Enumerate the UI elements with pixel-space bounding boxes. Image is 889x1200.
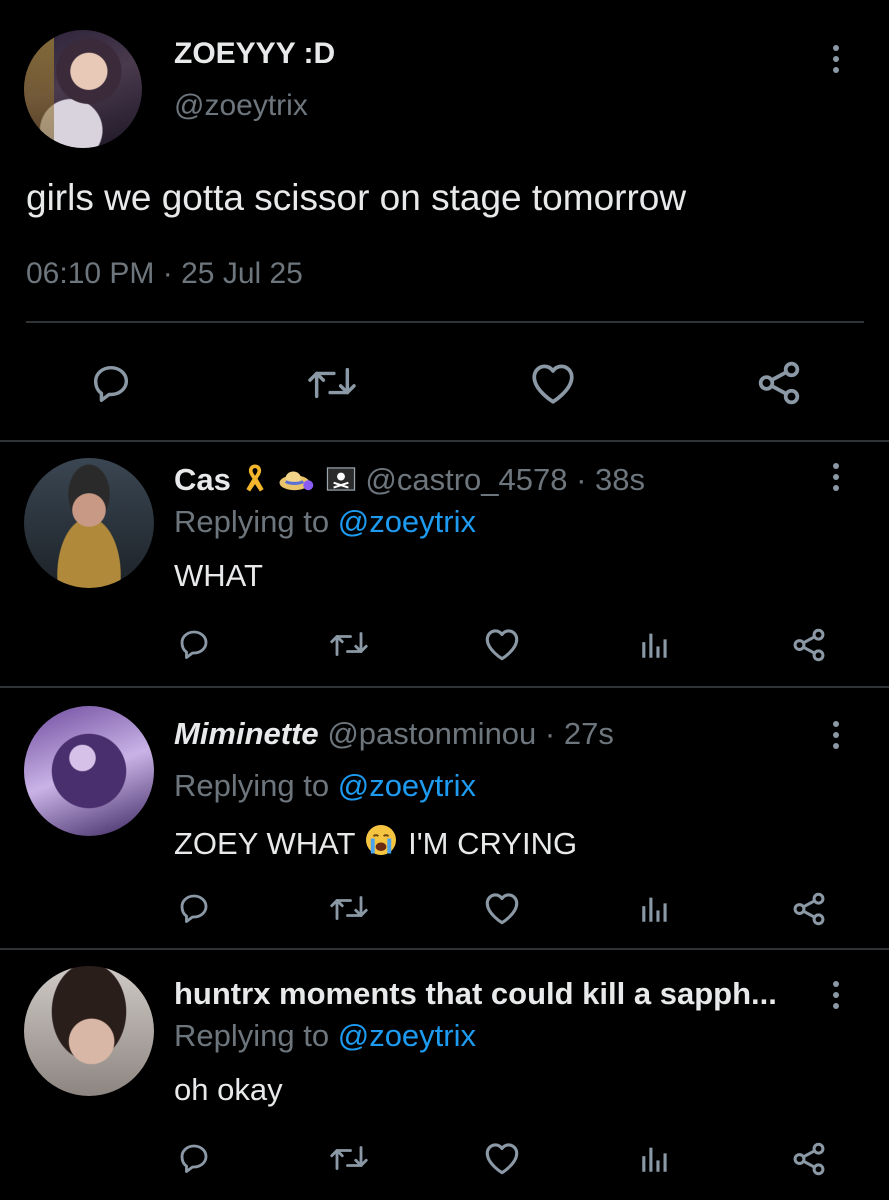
author-handle[interactable]: @zoeytrix bbox=[174, 88, 308, 124]
reply-display-name[interactable]: huntrx moments that could kill a sapph..… bbox=[174, 976, 777, 1011]
tweet-text: girls we gotta scissor on stage tomorrow bbox=[26, 177, 687, 218]
share-icon[interactable] bbox=[790, 1140, 828, 1178]
like-icon[interactable] bbox=[482, 1140, 522, 1176]
retweet-icon[interactable] bbox=[326, 626, 372, 662]
reply-display-name[interactable]: Cas bbox=[174, 462, 231, 497]
reply-avatar[interactable] bbox=[24, 966, 154, 1096]
tweet-more-icon[interactable] bbox=[830, 45, 842, 73]
tweet-time: 06:10 PM bbox=[26, 257, 155, 290]
like-icon[interactable] bbox=[482, 890, 522, 926]
section-divider bbox=[0, 686, 889, 688]
tweet-timestamp: 06:10 PM · 25 Jul 25 bbox=[26, 256, 303, 292]
replying-to: Replying to @zoeytrix bbox=[174, 768, 476, 804]
share-icon[interactable] bbox=[790, 890, 828, 928]
reply-text: WHAT bbox=[174, 558, 263, 593]
replying-to-label: Replying to bbox=[174, 504, 330, 539]
retweet-icon[interactable] bbox=[326, 1140, 372, 1176]
reply-icon[interactable] bbox=[176, 890, 212, 926]
views-icon[interactable] bbox=[638, 628, 672, 662]
reply-more-icon[interactable] bbox=[830, 981, 842, 1009]
like-icon[interactable] bbox=[482, 626, 522, 662]
reply-separator: · bbox=[544, 716, 556, 751]
reply-icon[interactable] bbox=[176, 626, 212, 662]
reply-more-icon[interactable] bbox=[830, 721, 842, 749]
reply-header: Cas @castro_4578 · 38s bbox=[174, 462, 645, 498]
tweet-date: 25 Jul 25 bbox=[181, 257, 303, 290]
section-divider bbox=[0, 948, 889, 950]
reply-header: Miminette @pastonminou · 27s bbox=[174, 716, 614, 752]
views-icon[interactable] bbox=[638, 1142, 672, 1176]
share-icon[interactable] bbox=[790, 626, 828, 664]
like-icon[interactable] bbox=[528, 360, 578, 406]
views-icon[interactable] bbox=[638, 892, 672, 926]
reply-handle[interactable]: @castro_4578 bbox=[365, 462, 567, 497]
reply-text: ZOEY WHAT I'M CRYING bbox=[174, 822, 577, 862]
author-display-name[interactable]: ZOEYYY :D bbox=[174, 36, 335, 72]
replying-to: Replying to @zoeytrix bbox=[174, 1018, 476, 1054]
replying-to-handle[interactable]: @zoeytrix bbox=[338, 768, 476, 803]
timestamp-separator: · bbox=[162, 257, 173, 290]
share-icon[interactable] bbox=[754, 358, 804, 408]
reply-display-name[interactable]: Miminette bbox=[174, 716, 319, 751]
reply-text: oh okay bbox=[174, 1072, 283, 1107]
reply-header: huntrx moments that could kill a sapph..… bbox=[174, 976, 777, 1012]
retweet-icon[interactable] bbox=[302, 360, 362, 406]
replying-to-label: Replying to bbox=[174, 1018, 330, 1053]
reply-icon[interactable] bbox=[176, 1140, 212, 1176]
replying-to-handle[interactable]: @zoeytrix bbox=[338, 504, 476, 539]
reply-avatar[interactable] bbox=[24, 458, 154, 588]
author-avatar[interactable] bbox=[24, 30, 142, 148]
hat-emoji bbox=[279, 471, 314, 491]
retweet-icon[interactable] bbox=[326, 890, 372, 926]
tweet-divider bbox=[26, 321, 864, 323]
reply-separator: · bbox=[576, 462, 587, 497]
replying-to-label: Replying to bbox=[174, 768, 330, 803]
replying-to-handle[interactable]: @zoeytrix bbox=[338, 1018, 476, 1053]
ribbon-emoji bbox=[245, 464, 264, 492]
replying-to: Replying to @zoeytrix bbox=[174, 504, 476, 540]
reply-handle[interactable]: @pastonminou bbox=[327, 716, 536, 751]
crying-emoji bbox=[366, 825, 397, 855]
reply-avatar[interactable] bbox=[24, 706, 154, 836]
section-divider bbox=[0, 440, 889, 442]
reply-text-part: I'M CRYING bbox=[408, 826, 578, 861]
reply-time: 38s bbox=[595, 462, 646, 497]
reply-more-icon[interactable] bbox=[830, 463, 842, 491]
pirate-flag-emoji bbox=[326, 467, 355, 491]
reply-time: 27s bbox=[563, 716, 614, 751]
reply-icon[interactable] bbox=[88, 360, 134, 406]
reply-text-part: ZOEY WHAT bbox=[174, 826, 355, 861]
